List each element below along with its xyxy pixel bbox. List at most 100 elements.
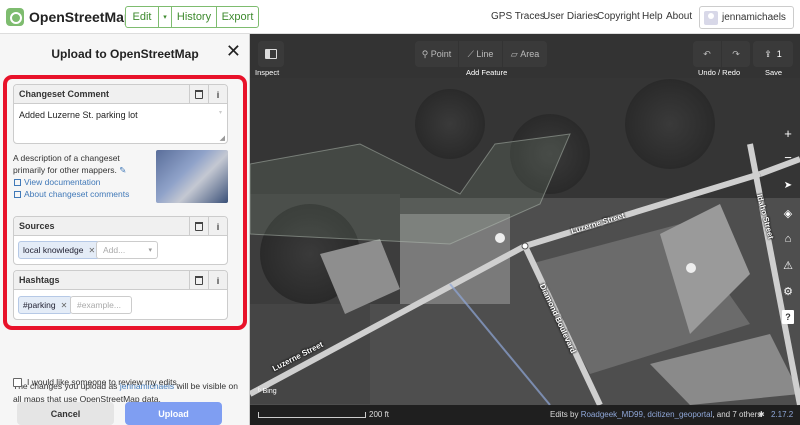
user-menu[interactable]: jennamichaels [699, 6, 794, 29]
pencil-icon: ✎ [119, 165, 127, 175]
trash-icon [195, 90, 203, 99]
avatar-icon [704, 10, 718, 25]
changeset-comment-label: Changeset Comment [19, 89, 110, 99]
redo-icon: ↷ [732, 48, 740, 59]
hashtag-chip: #parking ✕ [18, 296, 73, 314]
review-checkbox[interactable] [13, 377, 22, 387]
help-button[interactable]: ? [776, 306, 800, 328]
remove-chip-icon[interactable]: ✕ [88, 246, 95, 255]
dropdown-caret-icon: ▾ [148, 247, 152, 254]
cancel-button[interactable]: Cancel [17, 402, 114, 425]
remove-field-button[interactable] [189, 271, 208, 290]
undo-button[interactable]: ↶ [693, 41, 721, 67]
upload-sidebar: Upload to OpenStreetMap ✕ Changeset Comm… [0, 34, 250, 425]
version-label[interactable]: 2.17.2 [771, 410, 793, 419]
field-info-button[interactable]: i [208, 217, 227, 236]
add-area-button[interactable]: ▱ Area [503, 41, 547, 67]
save-count: 1 [776, 49, 782, 59]
documentation-thumbnail[interactable] [156, 150, 228, 203]
top-navigation-bar: OpenStreetMap Edit ▾ History Export GPS … [0, 0, 800, 34]
upload-icon: ⇪ [764, 48, 772, 59]
edits-users-link[interactable]: Roadgeek_MD99, dcitizen_geoportal [581, 410, 713, 419]
textarea-dropdown-icon: ▾ [218, 110, 222, 116]
view-documentation-link[interactable]: View documentation [14, 177, 100, 187]
satellite-imagery [250, 34, 800, 425]
sidebar-toggle-icon [265, 49, 277, 59]
help-icon: ? [782, 310, 794, 324]
changeset-description: A description of a changeset primarily f… [13, 152, 151, 176]
area-icon: ▱ [510, 48, 518, 59]
map-data-icon: ⌂ [784, 233, 792, 245]
nav-help[interactable]: Help [642, 11, 663, 22]
add-feature-label: Add Feature [466, 68, 508, 77]
map-data-panel-button[interactable]: ⌂ [776, 228, 800, 250]
imagery-attribution[interactable]: ᵇ Bing [258, 388, 277, 395]
issues-panel-button[interactable]: ⚠ [776, 254, 800, 276]
close-icon[interactable]: ✕ [226, 42, 241, 60]
changeset-comment-field: Changeset Comment i Added Luzerne St. pa… [13, 84, 228, 144]
hashtags-field: Hashtags i #parking ✕ #example... [13, 270, 228, 320]
sources-header: Sources i [14, 217, 227, 236]
nav-gps-traces[interactable]: GPS Traces [491, 11, 545, 22]
external-link-icon [14, 190, 21, 198]
source-chip: local knowledge ✕ [18, 241, 101, 259]
textarea-resize-handle[interactable]: ◢ [220, 134, 225, 142]
description-text: A description of a changeset primarily f… [13, 153, 120, 175]
bug-icon[interactable]: ✱ [758, 410, 765, 419]
info-icon: i [216, 89, 220, 100]
changeset-comment-input[interactable]: Added Luzerne St. parking lot [19, 110, 138, 120]
about-changeset-comments-link[interactable]: About changeset comments [14, 189, 129, 199]
map-canvas[interactable]: Luzerne Street Luzerne Street Diamond Bo… [250, 34, 800, 425]
preferences-panel-button[interactable]: ⚙ [776, 280, 800, 302]
info-icon: i [216, 275, 220, 286]
sidebar-title: Upload to OpenStreetMap [51, 47, 199, 61]
hashtags-add-input[interactable]: #example... [70, 296, 132, 314]
zoom-in-button[interactable]: + [776, 122, 800, 144]
changeset-comment-header: Changeset Comment i [14, 85, 227, 104]
inspect-label: Inspect [255, 68, 280, 77]
remove-field-button[interactable] [189, 217, 208, 236]
edit-button[interactable]: Edit [125, 6, 159, 28]
redo-button[interactable]: ↷ [722, 41, 750, 67]
nav-copyright[interactable]: Copyright [597, 11, 640, 22]
remove-chip-icon[interactable]: ✕ [61, 301, 68, 310]
field-info-button[interactable]: i [208, 85, 227, 104]
remove-field-button[interactable] [189, 85, 208, 104]
edit-dropdown-button[interactable]: ▾ [158, 6, 172, 28]
imagery-label: Bing [262, 388, 277, 395]
save-button[interactable]: ⇪ 1 [753, 41, 793, 67]
upload-button[interactable]: Upload [125, 402, 222, 425]
nav-user-diaries[interactable]: User Diaries [543, 11, 598, 22]
point-label: Point [430, 49, 452, 59]
hashtags-header: Hashtags i [14, 271, 227, 290]
nav-about[interactable]: About [666, 11, 692, 22]
field-info-button[interactable]: i [208, 271, 227, 290]
plus-icon: + [784, 125, 792, 141]
geolocate-button[interactable]: ➤ [776, 174, 800, 196]
background-panel-button[interactable]: ◈ [776, 202, 800, 224]
about-changeset-comments-label: About changeset comments [24, 189, 130, 199]
edits-suffix: , and 7 others [712, 410, 762, 419]
export-button[interactable]: Export [216, 6, 259, 28]
area-label: Area [520, 49, 540, 59]
trash-icon [195, 276, 203, 285]
minus-icon: − [784, 149, 792, 165]
line-icon: ⟋ [467, 48, 474, 59]
user-settings-icon: ⚙ [783, 285, 793, 298]
app-name: OpenStreetMap [29, 9, 133, 25]
add-point-button[interactable]: ⚲ Point [415, 41, 458, 67]
sources-placeholder: Add... [103, 245, 126, 255]
review-label: I would like someone to review my edits. [27, 377, 180, 387]
add-line-button[interactable]: ⟋ Line [459, 41, 502, 67]
scale-bar[interactable] [258, 412, 366, 418]
username: jennamichaels [722, 12, 786, 23]
undo-redo-label: Undo / Redo [698, 68, 741, 77]
osm-logo[interactable]: OpenStreetMap [6, 8, 132, 26]
layers-icon: ◈ [783, 207, 793, 220]
osm-logo-icon [6, 8, 24, 26]
inspect-button[interactable] [258, 41, 284, 67]
zoom-out-button[interactable]: − [776, 146, 800, 168]
history-button[interactable]: History [171, 6, 217, 28]
review-request-row[interactable]: I would like someone to review my edits. [13, 377, 179, 387]
sources-add-input[interactable]: Add... ▾ [96, 241, 158, 259]
